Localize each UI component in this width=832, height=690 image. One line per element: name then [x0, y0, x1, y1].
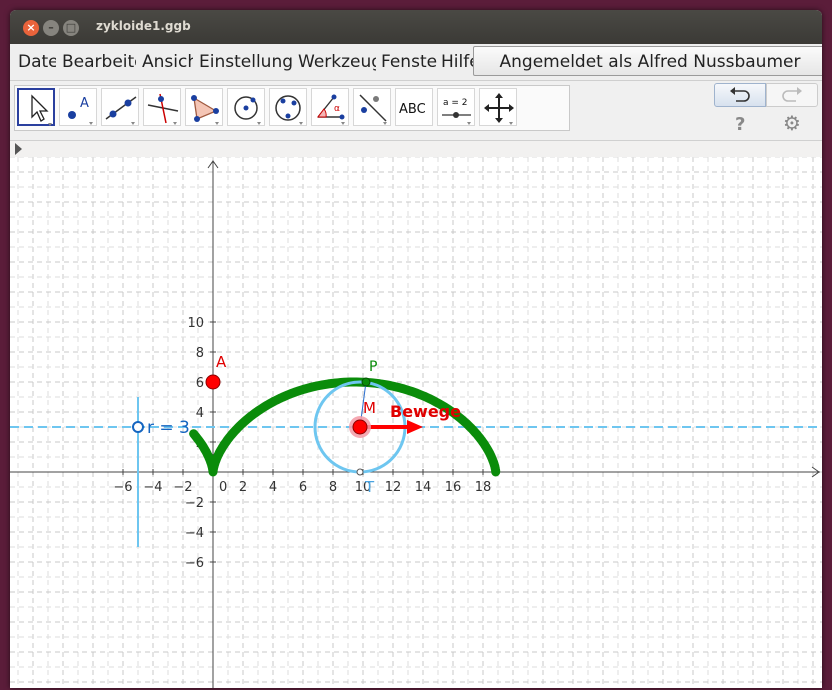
y-tick-label: 6	[196, 376, 204, 391]
x-tick-label: 16	[445, 480, 462, 495]
x-tick-label: −4	[143, 480, 162, 495]
y-tick-label: 4	[196, 406, 204, 421]
app-window: × – □ zykloide1.ggb Datei Bearbeiten Ans…	[10, 10, 822, 688]
gear-icon[interactable]: ⚙	[783, 111, 801, 135]
point-p[interactable]	[361, 377, 371, 387]
circle-three-points-tool-button[interactable]	[269, 88, 307, 126]
y-tick-label: 10	[187, 316, 204, 331]
line-through-points-icon	[105, 96, 137, 125]
perpendicular-line-icon	[147, 93, 179, 125]
redo-arrow-icon	[782, 87, 802, 102]
tool-group: A α ABC a = 2	[14, 85, 570, 131]
menu-options[interactable]: Einstellungen	[199, 52, 293, 72]
line-tool-button[interactable]	[101, 88, 139, 126]
point-t-label: T	[364, 478, 375, 496]
svg-text:a = 2: a = 2	[443, 98, 468, 108]
x-tick-label: 14	[415, 480, 432, 495]
window-title: zykloide1.ggb	[96, 19, 191, 33]
reflect-line-icon	[359, 94, 387, 125]
point-t[interactable]	[356, 468, 364, 476]
x-tick-label: 8	[329, 480, 337, 495]
text-tool-button[interactable]: ABC	[395, 88, 433, 126]
x-tick-label: 18	[475, 480, 492, 495]
point-m[interactable]	[352, 419, 368, 435]
toolbar: A α ABC a = 2 ? ⚙	[10, 80, 822, 141]
polygon-tool-button[interactable]	[185, 88, 223, 126]
move-vector-head	[407, 420, 423, 434]
origin-label: 0	[219, 480, 227, 495]
svg-text:A: A	[80, 96, 89, 111]
menu-help[interactable]: Hilfe	[441, 52, 473, 72]
y-tick-label: 8	[196, 346, 204, 361]
y-tick-label: −6	[185, 556, 204, 571]
menu-edit[interactable]: Bearbeiten	[62, 52, 136, 72]
svg-text:α: α	[334, 104, 340, 114]
point-a-icon: A	[68, 96, 93, 125]
circle-center-icon	[234, 96, 261, 125]
minimize-window-button[interactable]: –	[43, 20, 59, 36]
slider-tool-button[interactable]: a = 2	[437, 88, 475, 126]
slider-icon: a = 2	[442, 98, 471, 125]
slider-r-knob[interactable]	[132, 421, 144, 433]
x-tick-label: 4	[269, 480, 277, 495]
move-tool-button[interactable]	[17, 88, 55, 126]
point-p-label: P	[369, 359, 377, 375]
slider-r-label[interactable]: r = 3	[147, 418, 190, 438]
x-tick-label: 2	[239, 480, 247, 495]
circle-center-point-tool-button[interactable]	[227, 88, 265, 126]
x-tick-label: 12	[385, 480, 402, 495]
y-tick-label: −4	[185, 526, 204, 541]
style-bar-toggle-icon[interactable]	[15, 143, 22, 155]
menu-tools[interactable]: Werkzeuge	[298, 52, 376, 72]
point-a[interactable]	[205, 374, 221, 390]
y-tick-label: −2	[185, 496, 204, 511]
circle-three-points-icon	[275, 95, 303, 125]
menu-bar: Datei Bearbeiten Ansicht Einstellungen W…	[10, 44, 822, 80]
point-a-label: A	[216, 353, 227, 371]
reflect-tool-button[interactable]	[353, 88, 391, 126]
angle-tool-button[interactable]: α	[311, 88, 349, 126]
menu-view[interactable]: Ansicht	[142, 52, 193, 72]
style-bar	[10, 140, 822, 158]
title-bar: × – □ zykloide1.ggb	[10, 10, 822, 44]
bewege-button[interactable]: Bewege	[390, 402, 461, 421]
close-window-button[interactable]: ×	[23, 20, 39, 36]
x-tick-label: −2	[173, 480, 192, 495]
x-tick-label: −6	[113, 480, 132, 495]
x-tick-label: 6	[299, 480, 307, 495]
pointer-arrow-icon	[31, 94, 52, 126]
point-m-label: M	[363, 399, 376, 417]
help-icon[interactable]: ?	[735, 114, 745, 135]
move-cross-icon	[484, 93, 514, 125]
move-graphics-view-tool-button[interactable]	[479, 88, 517, 126]
menu-file[interactable]: Datei	[18, 52, 56, 72]
maximize-window-button[interactable]: □	[63, 20, 79, 36]
login-status-button[interactable]: Angemeldet als Alfred Nussbaumer	[473, 46, 822, 76]
undo-arrow-icon	[730, 87, 750, 102]
graphics-view[interactable]: −6 −4 −2 2 4 6 8 10 12 14 16 18 10 8 6 4 2 −2 −4 −6 0 r = …	[10, 156, 822, 688]
menu-window[interactable]: Fenster	[381, 52, 437, 72]
perpendicular-tool-button[interactable]	[143, 88, 181, 126]
redo-button[interactable]	[766, 83, 818, 107]
graphics-canvas[interactable]: −6 −4 −2 2 4 6 8 10 12 14 16 18 108642−2−4−6 0 r = …	[10, 156, 822, 688]
grid	[10, 156, 822, 688]
angle-icon: α	[317, 94, 345, 125]
text-icon: ABC	[399, 102, 426, 117]
point-tool-button[interactable]: A	[59, 88, 97, 126]
triangle-icon	[191, 95, 219, 125]
svg-text:ABC: ABC	[399, 102, 426, 117]
undo-button[interactable]	[714, 83, 766, 107]
x-tick-labels: −6 −4 −2 2 4 6 8 10 12 14 16 18	[113, 469, 491, 495]
